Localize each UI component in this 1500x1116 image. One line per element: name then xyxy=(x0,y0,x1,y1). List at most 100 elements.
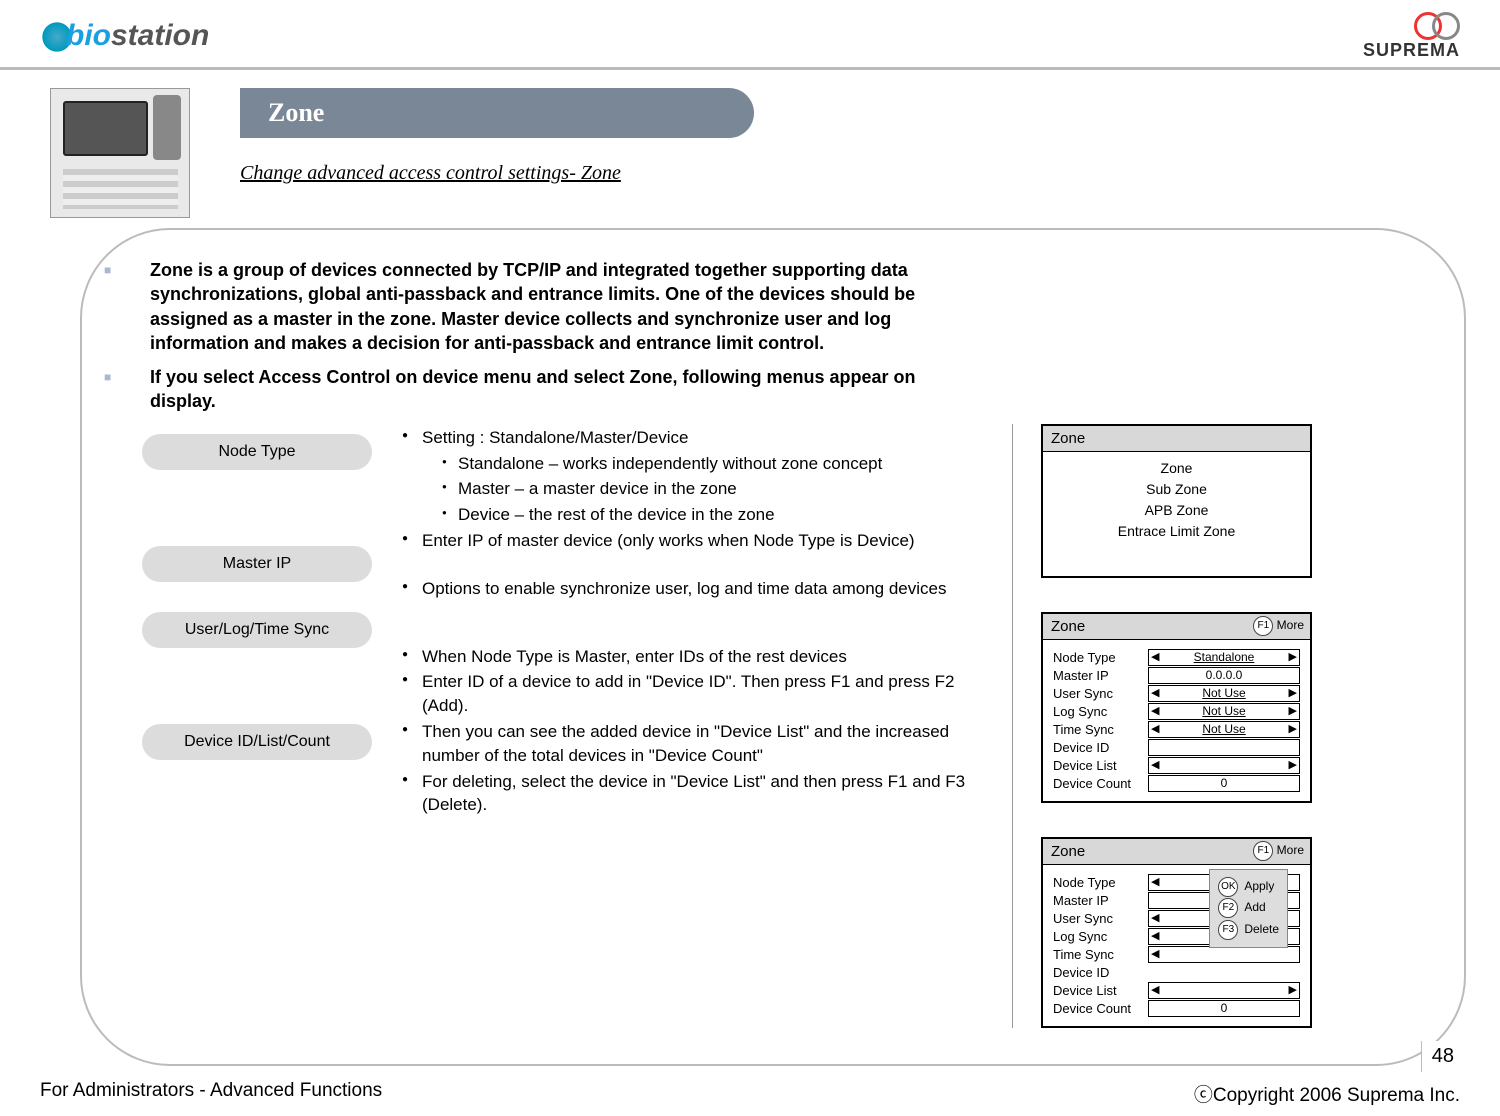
popup-label: Add xyxy=(1244,897,1265,919)
row-value[interactable] xyxy=(1148,739,1300,756)
left-arrow-icon[interactable]: ◀ xyxy=(1151,722,1159,737)
row-label: Log Sync xyxy=(1053,929,1148,944)
row-label: Time Sync xyxy=(1053,947,1148,962)
row-device-count: Device Count0 xyxy=(1053,1000,1300,1017)
group-device: Device ID/List/Count xyxy=(142,724,372,760)
row-value[interactable]: ◀▶ xyxy=(1148,982,1300,999)
row-log-sync: Log Sync ◀ Not Use ▶ xyxy=(1053,703,1300,720)
left-arrow-icon[interactable]: ◀ xyxy=(1151,911,1159,926)
device-screen-icon xyxy=(63,101,148,156)
screen-zone-menu: Zone Zone Sub Zone APB Zone Entrace Limi… xyxy=(1041,424,1312,578)
device-sensor-icon xyxy=(153,95,181,160)
row-value-text: Not Use xyxy=(1202,686,1245,700)
right-arrow-icon[interactable]: ▶ xyxy=(1289,722,1297,737)
screen-title: Zone F1 More xyxy=(1043,839,1310,865)
left-arrow-icon[interactable]: ◀ xyxy=(1151,983,1159,998)
left-arrow-icon[interactable]: ◀ xyxy=(1151,686,1159,701)
logo-suprema-text: SUPREMA xyxy=(1363,40,1460,61)
row-label: Node Type xyxy=(1053,875,1148,890)
f1-more[interactable]: F1 More xyxy=(1253,616,1304,636)
popup-label: Delete xyxy=(1244,919,1279,941)
f1-key-icon: F1 xyxy=(1253,616,1273,636)
left-arrow-icon[interactable]: ◀ xyxy=(1151,929,1159,944)
row-value[interactable]: 0.0.0.0 xyxy=(1148,667,1300,684)
left-arrow-icon[interactable]: ◀ xyxy=(1151,947,1159,962)
popup-add[interactable]: F2Add xyxy=(1218,897,1279,919)
logo-suprema: SUPREMA xyxy=(1363,12,1460,61)
screen-title-text: Zone xyxy=(1051,618,1085,635)
row-label: Log Sync xyxy=(1053,704,1148,719)
row-label: Time Sync xyxy=(1053,722,1148,737)
f3-key-icon: F3 xyxy=(1218,920,1238,940)
infinity-icon xyxy=(1414,12,1460,38)
left-arrow-icon[interactable]: ◀ xyxy=(1151,704,1159,719)
title-row: Zone Change advanced access control sett… xyxy=(0,70,1500,218)
intro-item: Zone is a group of devices connected by … xyxy=(142,258,972,355)
row-label: Device ID xyxy=(1053,965,1148,980)
content-panel: Zone is a group of devices connected by … xyxy=(80,228,1466,1066)
row-label: User Sync xyxy=(1053,686,1148,701)
right-arrow-icon[interactable]: ▶ xyxy=(1289,686,1297,701)
page-title: Zone xyxy=(240,88,754,138)
ok-key-icon: OK xyxy=(1218,877,1238,897)
right-arrow-icon[interactable]: ▶ xyxy=(1289,758,1297,773)
row-value[interactable]: ◀Not Use▶ xyxy=(1148,721,1300,738)
row-value-text: Not Use xyxy=(1202,704,1245,718)
row-value-text: 0.0.0.0 xyxy=(1206,668,1243,682)
right-arrow-icon[interactable]: ▶ xyxy=(1289,704,1297,719)
screen-body: Node Type ◀ Standalone ▶ Master IP 0.0.0.0… xyxy=(1043,640,1310,801)
row-label: Master IP xyxy=(1053,668,1148,683)
row-label: Device Count xyxy=(1053,1001,1148,1016)
row-device-id: Device ID xyxy=(1053,739,1300,756)
screen-zone-popup: Zone F1 More Node Type◀ Master IP User S… xyxy=(1041,837,1312,1028)
logo-biostation: biostation xyxy=(40,19,209,54)
screen-menu-list: Zone Sub Zone APB Zone Entrace Limit Zon… xyxy=(1043,452,1310,576)
row-value[interactable]: ◀ Not Use ▶ xyxy=(1148,703,1300,720)
row-label: Device Count xyxy=(1053,776,1148,791)
menu-item[interactable]: Entrace Limit Zone xyxy=(1043,521,1310,542)
desc-line: When Node Type is Master, enter IDs of t… xyxy=(402,645,982,669)
descriptions: Setting : Standalone/Master/Device Stand… xyxy=(402,424,982,1028)
row-value[interactable]: ◀▶ xyxy=(1148,757,1300,774)
left-arrow-icon[interactable]: ◀ xyxy=(1151,758,1159,773)
f1-more[interactable]: F1 More xyxy=(1253,841,1304,861)
row-value xyxy=(1148,964,1300,981)
action-popup: OKApply F2Add F3 Delete xyxy=(1209,869,1288,948)
screen-zone-settings: Zone F1 More Node Type ◀ Standalone ▶ Mast… xyxy=(1041,612,1312,803)
page-header: biostation SUPREMA xyxy=(0,0,1500,70)
menu-item[interactable]: Sub Zone xyxy=(1043,479,1310,500)
row-device-id: Device ID xyxy=(1053,964,1300,981)
desc-line: Standalone – works independently without… xyxy=(402,452,982,476)
right-arrow-icon[interactable]: ▶ xyxy=(1289,650,1297,665)
row-label: Device List xyxy=(1053,758,1148,773)
screen-title: Zone xyxy=(1043,426,1310,452)
popup-delete[interactable]: F3 Delete xyxy=(1218,919,1279,941)
page-footer: For Administrators - Advanced Functions … xyxy=(0,1066,1500,1107)
left-groups: Node Type Master IP User/Log/Time Sync D… xyxy=(142,424,372,1028)
row-device-list: Device List ◀▶ xyxy=(1053,757,1300,774)
desc-line: Enter ID of a device to add in "Device I… xyxy=(402,670,982,718)
menu-item[interactable]: Zone xyxy=(1043,458,1310,479)
left-arrow-icon[interactable]: ◀ xyxy=(1151,650,1159,665)
right-arrow-icon[interactable]: ▶ xyxy=(1289,983,1297,998)
footer-right: ⓒCopyright 2006 Suprema Inc. xyxy=(1194,1080,1460,1107)
row-label: Node Type xyxy=(1053,650,1148,665)
title-column: Zone Change advanced access control sett… xyxy=(200,88,754,185)
desc-line: Options to enable synchronize user, log … xyxy=(402,577,982,601)
menu-item[interactable]: APB Zone xyxy=(1043,500,1310,521)
f1-more-label: More xyxy=(1277,618,1304,632)
columns: Node Type Master IP User/Log/Time Sync D… xyxy=(142,424,1436,1028)
device-keypad-icon xyxy=(63,169,178,209)
row-value[interactable]: ◀ xyxy=(1148,946,1300,963)
row-value[interactable]: ◀ Not Use ▶ xyxy=(1148,685,1300,702)
screen-title: Zone F1 More xyxy=(1043,614,1310,640)
row-device-list: Device List◀▶ xyxy=(1053,982,1300,999)
left-arrow-icon[interactable]: ◀ xyxy=(1151,875,1159,890)
desc-line: For deleting, select the device in "Devi… xyxy=(402,770,982,818)
row-value[interactable]: ◀ Standalone ▶ xyxy=(1148,649,1300,666)
intro-item: If you select Access Control on device m… xyxy=(142,365,972,414)
row-master-ip: Master IP 0.0.0.0 xyxy=(1053,667,1300,684)
popup-apply[interactable]: OKApply xyxy=(1218,876,1279,898)
page-subtitle: Change advanced access control settings-… xyxy=(240,162,754,185)
row-value-text: Standalone xyxy=(1194,650,1255,664)
